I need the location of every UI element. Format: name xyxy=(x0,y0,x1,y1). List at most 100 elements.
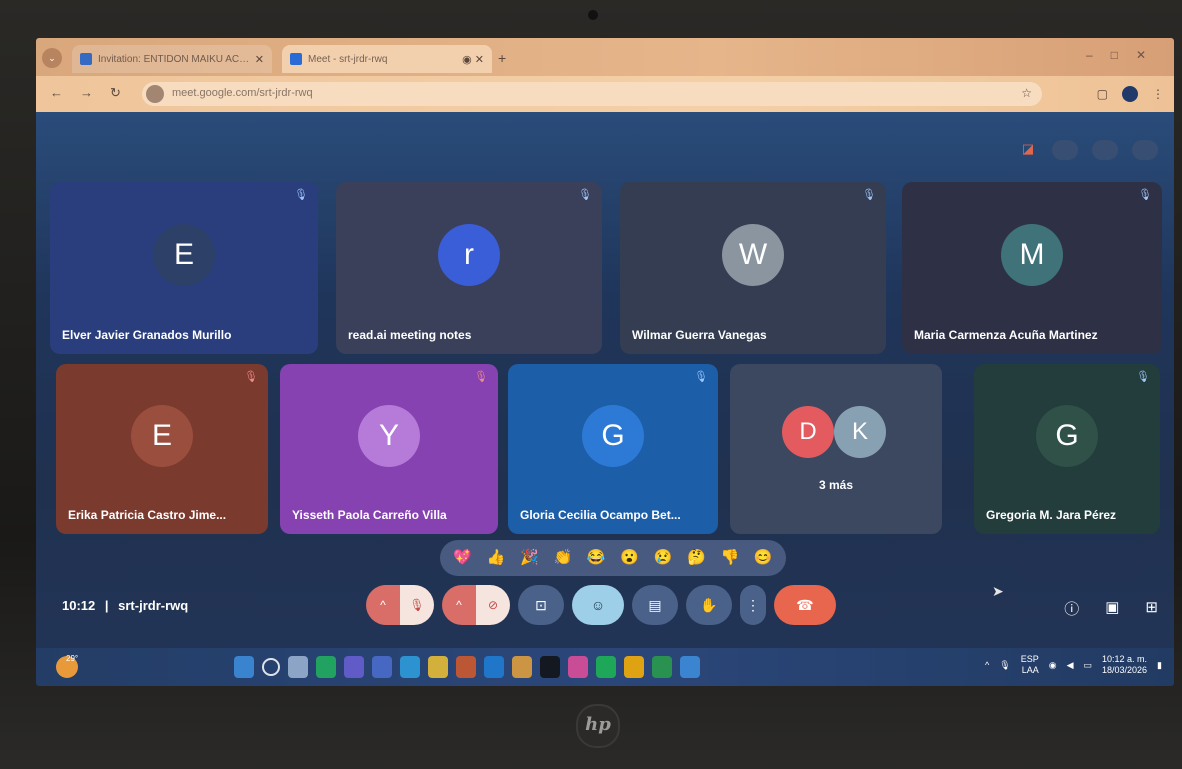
taskbar-app-icon[interactable] xyxy=(596,656,616,678)
chevron-up-icon[interactable]: ^ xyxy=(442,585,476,625)
chat-icon[interactable]: ▣ xyxy=(1105,598,1119,619)
screen: ⌄ Invitation: ENTIDON MAIKU ACTI... ✕ Me… xyxy=(36,38,1174,686)
mic-control[interactable]: ^ 🎙 xyxy=(366,585,434,625)
close-icon[interactable]: ✕ xyxy=(255,53,264,66)
emoji-button[interactable]: ☺ xyxy=(572,585,624,625)
end-call-button[interactable]: ☎ xyxy=(774,585,836,625)
address-bar[interactable]: meet.google.com/srt-jrdr-rwq ☆ xyxy=(142,82,1042,106)
window-controls[interactable]: –□✕ xyxy=(1086,48,1164,62)
reaction-emoji[interactable]: 😂 xyxy=(585,547,607,569)
taskbar-app-icon[interactable] xyxy=(400,656,420,678)
reaction-emoji[interactable]: 👏 xyxy=(552,547,574,569)
webcam xyxy=(588,10,598,20)
taskbar-app-icon[interactable] xyxy=(456,656,476,678)
participant-tile[interactable]: Y 🎙 Yisseth Paola Carreño Villa xyxy=(280,364,498,534)
participant-tile[interactable]: r 🎙 read.ai meeting notes xyxy=(336,182,602,354)
taskbar-app-icon[interactable] xyxy=(624,656,644,678)
chevron-up-icon[interactable]: ^ xyxy=(366,585,400,625)
taskbar-app-icon[interactable] xyxy=(652,656,672,678)
chevron-up-icon[interactable]: ^ xyxy=(985,660,989,670)
meet-icon xyxy=(290,53,302,65)
participant-avatar: E xyxy=(153,224,215,286)
reaction-emoji[interactable]: 🤔 xyxy=(685,547,707,569)
menu-icon[interactable]: ⋮ xyxy=(1152,87,1164,101)
notification-icon[interactable]: ▮ xyxy=(1157,660,1162,671)
participant-name: Gloria Cecilia Ocampo Bet... xyxy=(520,508,681,522)
participant-tile[interactable]: G 🎙 Gregoria M. Jara Pérez xyxy=(974,364,1160,534)
more-options-button[interactable]: ⋮ xyxy=(740,585,766,625)
participant-tile[interactable]: M 🎙 Maria Carmenza Acuña Martinez xyxy=(902,182,1162,354)
taskbar-app-icon[interactable] xyxy=(680,656,700,678)
participant-name: Wilmar Guerra Vanegas xyxy=(632,328,767,342)
more-participants-tile[interactable]: DK 3 más xyxy=(730,364,942,534)
taskbar-app-icon[interactable] xyxy=(512,656,532,678)
taskbar-app-icon[interactable] xyxy=(372,656,392,678)
info-icon[interactable]: ⓘ xyxy=(1064,598,1079,619)
participant-name: Erika Patricia Castro Jime... xyxy=(68,508,227,522)
language-indicator[interactable]: ESP LAA xyxy=(1021,654,1039,676)
reaction-emoji[interactable]: 🎉 xyxy=(518,547,540,569)
weather-temp: 29° xyxy=(66,654,79,663)
profile-avatar[interactable] xyxy=(1122,86,1138,102)
volume-icon[interactable]: ◀ xyxy=(1067,660,1074,671)
mic-off-icon: 🎙 xyxy=(474,371,488,383)
close-icon[interactable]: ◉ ✕ xyxy=(462,53,484,66)
mic-icon[interactable]: 🎙 xyxy=(999,660,1010,671)
wifi-icon[interactable]: ◉ xyxy=(1049,660,1057,671)
clock[interactable]: 10:12 a. m. 18/03/2026 xyxy=(1102,654,1147,676)
participant-tile[interactable]: E 🎙 Elver Javier Granados Murillo xyxy=(50,182,318,354)
top-right-icons: ◪ xyxy=(1018,140,1158,160)
tab-invitation[interactable]: Invitation: ENTIDON MAIKU ACTI... ✕ xyxy=(72,45,272,73)
reaction-emoji[interactable]: 👍 xyxy=(485,547,507,569)
participant-tile[interactable]: E 🎙 Erika Patricia Castro Jime... xyxy=(56,364,268,534)
new-tab-button[interactable]: + xyxy=(498,50,506,66)
reaction-emoji[interactable]: 👎 xyxy=(719,547,741,569)
battery-icon[interactable]: ▭ xyxy=(1083,660,1092,671)
mic-icon: 🎙 xyxy=(862,189,876,201)
captions-button[interactable]: ▤ xyxy=(632,585,678,625)
taskbar-app-icon[interactable] xyxy=(568,656,588,678)
forward-icon[interactable]: → xyxy=(80,85,93,100)
reaction-emoji[interactable]: 💖 xyxy=(452,547,474,569)
hp-logo: hp xyxy=(576,704,620,748)
tab-meet[interactable]: Meet - srt-jrdr-rwq ◉ ✕ xyxy=(282,45,492,73)
lang-bottom: LAA xyxy=(1021,665,1039,675)
reaction-emoji[interactable]: 😊 xyxy=(752,547,774,569)
taskbar-app-icon[interactable] xyxy=(540,656,560,678)
reload-icon[interactable]: ↻ xyxy=(110,85,121,101)
expand-icon[interactable] xyxy=(1132,140,1158,160)
mic-off-icon[interactable]: 🎙 xyxy=(400,585,434,625)
browser-toolbar: ← → ↻ meet.google.com/srt-jrdr-rwq ☆ ▢ ⋮ xyxy=(36,76,1174,112)
participant-tile[interactable]: G 🎙 Gloria Cecilia Ocampo Bet... xyxy=(508,364,718,534)
url-text: meet.google.com/srt-jrdr-rwq xyxy=(172,87,313,99)
participant-name: Elver Javier Granados Murillo xyxy=(62,328,232,342)
meeting-time: 10:12 xyxy=(62,598,96,613)
tab-search-button[interactable]: ⌄ xyxy=(42,48,62,68)
bookmark-star-icon[interactable]: ☆ xyxy=(1021,86,1032,100)
taskbar-app-icon[interactable] xyxy=(262,658,280,676)
present-button[interactable]: ⊡ xyxy=(518,585,564,625)
layout-icon[interactable] xyxy=(1052,140,1078,160)
taskbar-app-icon[interactable] xyxy=(428,656,448,678)
extensions-icon[interactable]: ▢ xyxy=(1097,87,1108,101)
reaction-emoji[interactable]: 😢 xyxy=(652,547,674,569)
taskbar-app-icon[interactable] xyxy=(316,656,336,678)
participant-avatar: E xyxy=(131,405,193,467)
camera-control[interactable]: ^ ⊘ xyxy=(442,585,510,625)
mic-icon: 🎙 xyxy=(1136,371,1150,383)
taskbar-app-icon[interactable] xyxy=(288,656,308,678)
pin-icon[interactable] xyxy=(1092,140,1118,160)
back-icon[interactable]: ← xyxy=(50,85,63,100)
raise-hand-button[interactable]: ✋ xyxy=(686,585,732,625)
taskbar-app-icon[interactable] xyxy=(344,656,364,678)
present-icon: ⊡ xyxy=(535,596,547,613)
clock-time: 10:12 a. m. xyxy=(1102,654,1148,664)
camera-off-icon[interactable]: ⊘ xyxy=(476,585,510,625)
taskbar-app-icon[interactable] xyxy=(484,656,504,678)
participant-tile[interactable]: W 🎙 Wilmar Guerra Vanegas xyxy=(620,182,886,354)
site-info-icon[interactable] xyxy=(146,85,164,103)
reaction-emoji[interactable]: 😮 xyxy=(619,547,641,569)
taskbar-app-icon[interactable] xyxy=(234,656,254,678)
activities-icon[interactable]: ⊞ xyxy=(1145,598,1158,619)
tab-title: Meet - srt-jrdr-rwq xyxy=(308,53,388,65)
